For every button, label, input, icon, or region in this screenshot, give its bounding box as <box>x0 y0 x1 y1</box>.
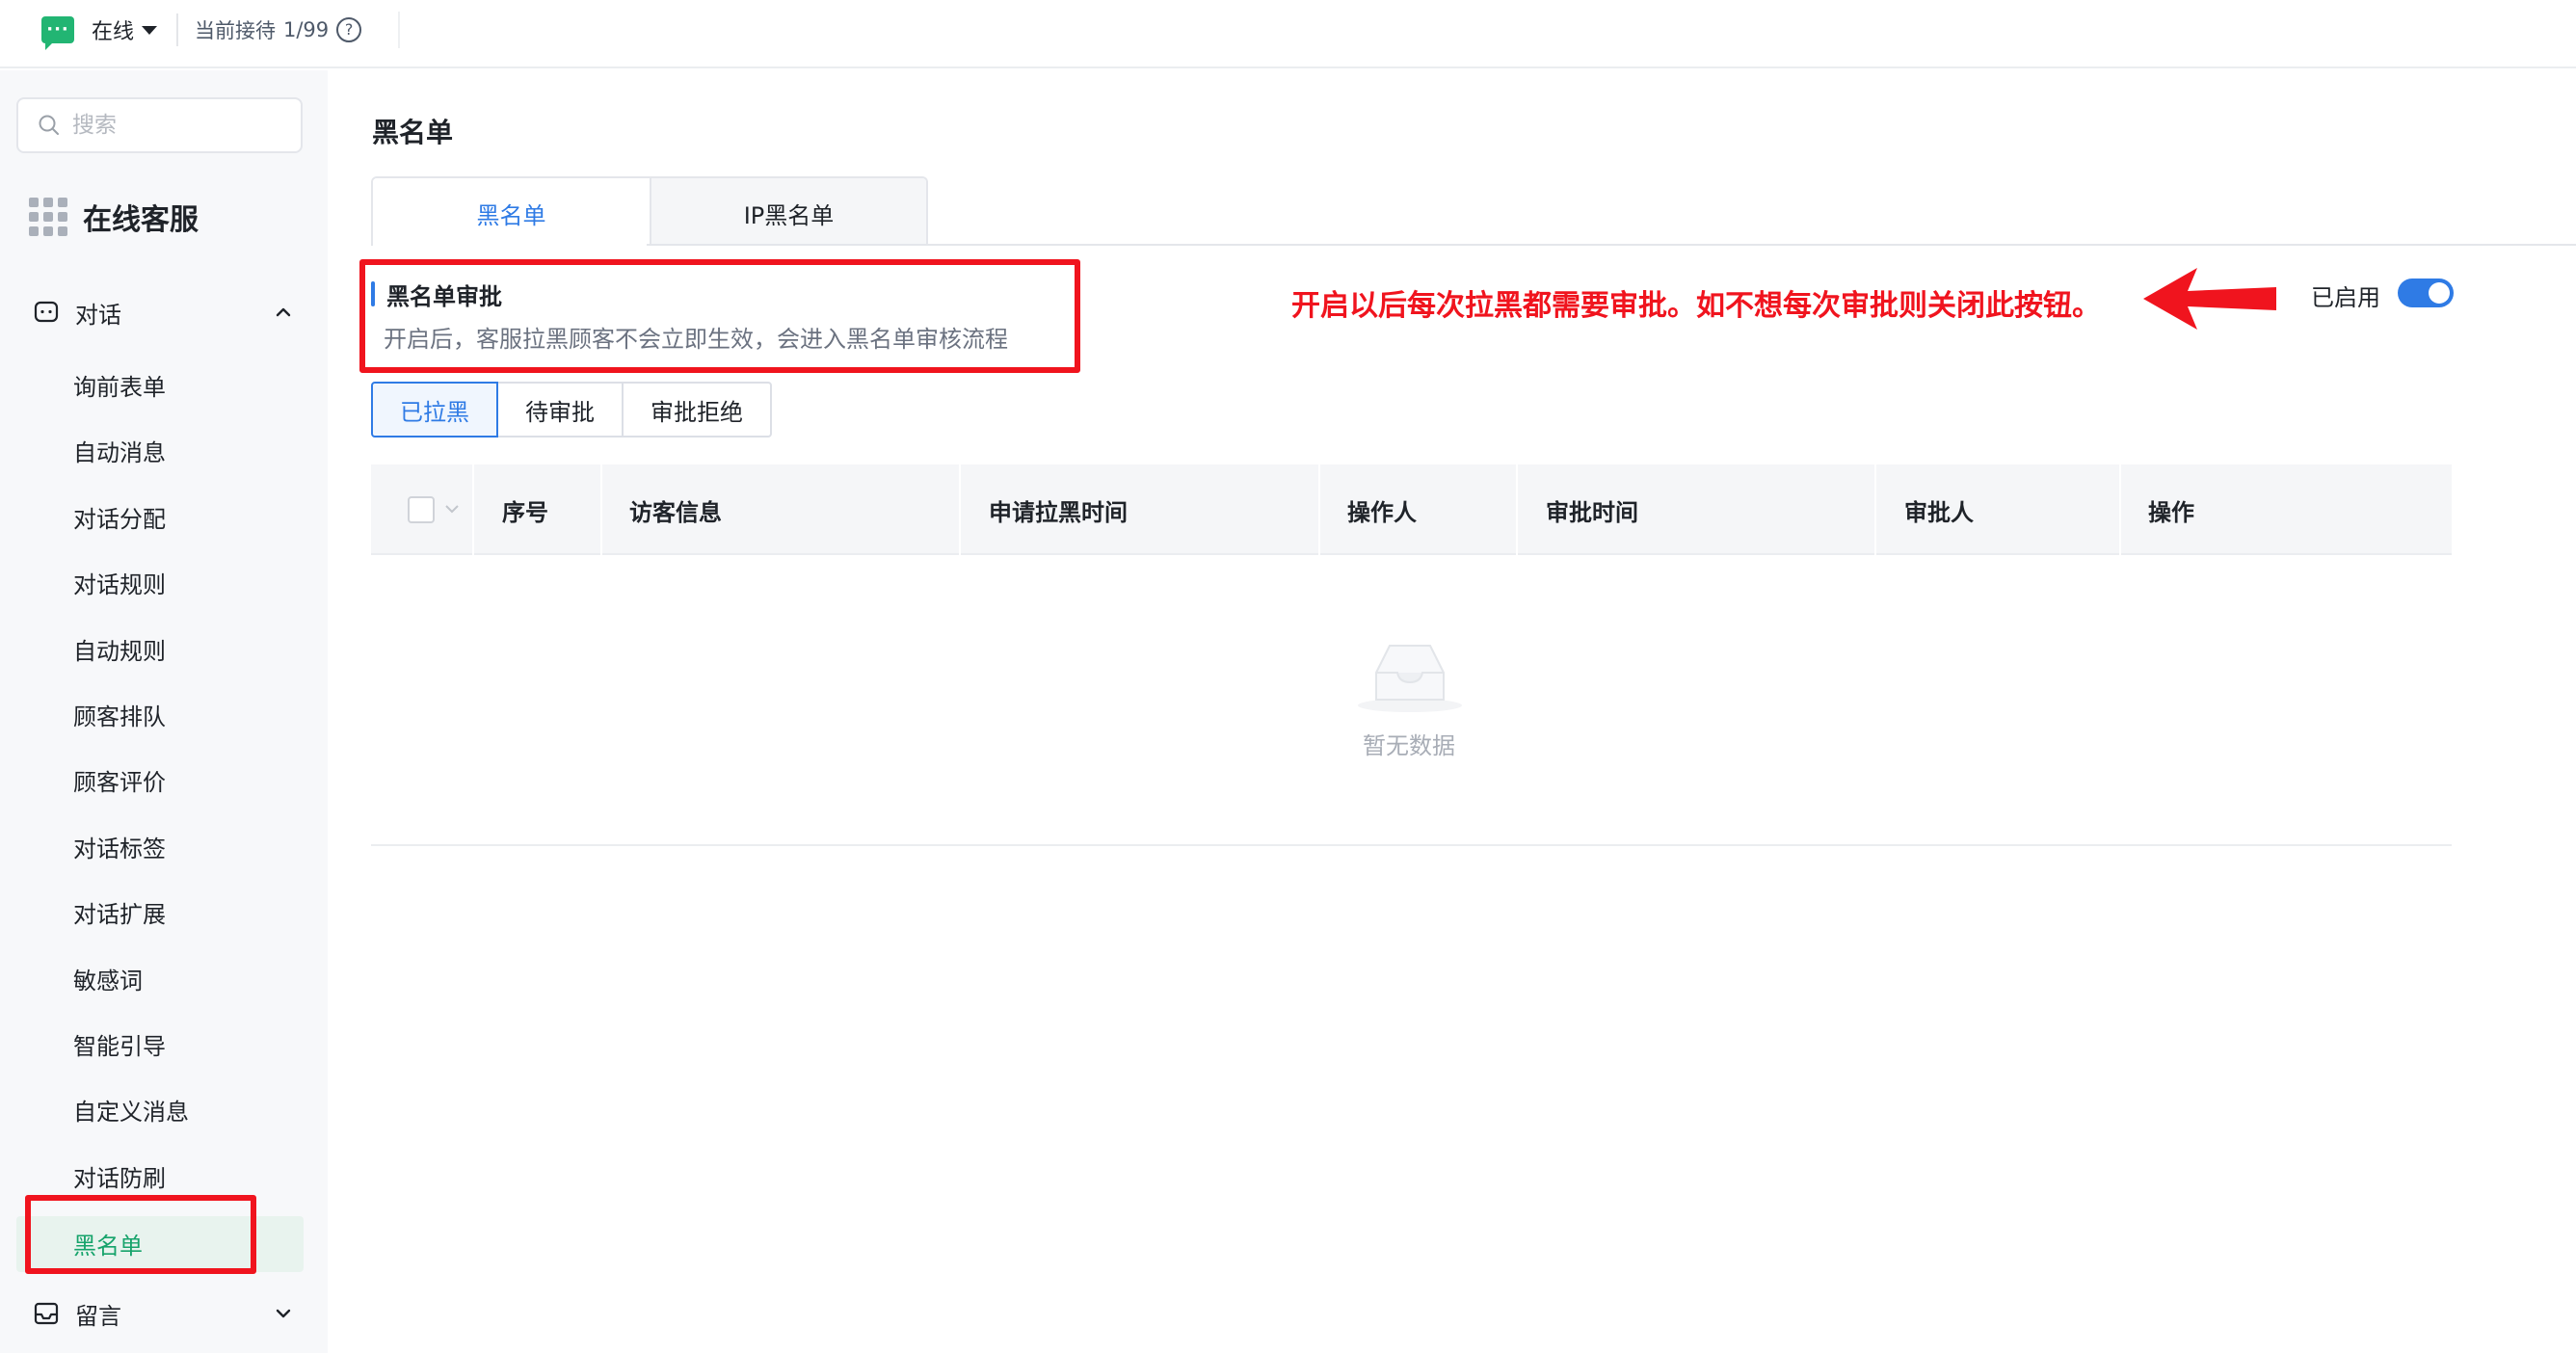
topbar-divider-right <box>398 12 400 48</box>
chevron-down-icon <box>276 1309 291 1318</box>
column-header-actions: 操作 <box>2148 498 2194 526</box>
sidebar-item-label: 询前表单 <box>73 373 166 401</box>
status-label: 在线 <box>92 20 135 44</box>
queue-indicator: 当前接待 1/99 ? <box>195 15 362 44</box>
queue-label: 当前接待 <box>195 19 276 42</box>
sidebar-item-customer-queue[interactable]: 顾客排队 <box>73 695 166 733</box>
column-separator <box>1516 464 1518 555</box>
status-filter-tabs: 已拉黑 待审批 审批拒绝 <box>371 382 772 438</box>
chat-bubble-icon: ··· <box>41 16 74 50</box>
sidebar-item-label: 智能引导 <box>73 1032 166 1060</box>
empty-inbox-icon <box>1358 645 1462 712</box>
sidebar-item-dialog-rules[interactable]: 对话规则 <box>73 563 166 601</box>
column-header-index: 序号 <box>502 498 548 526</box>
column-header-request-time: 申请拉黑时间 <box>989 498 1128 526</box>
column-header-approval-time: 审批时间 <box>1546 498 1638 526</box>
sidebar-item-label: 自动消息 <box>73 438 166 466</box>
sidebar-item-label: 对话防刷 <box>73 1164 166 1192</box>
select-all-checkbox[interactable] <box>408 496 435 523</box>
sidebar-item-auto-rules[interactable]: 自动规则 <box>73 629 166 668</box>
sidebar: 在线客服 对话 询前表单 自动消息 对话分配 对话规则 自动规则 顾客排队 顾客… <box>0 70 328 1353</box>
column-separator <box>472 464 474 555</box>
subtab-pending[interactable]: 待审批 <box>496 382 624 438</box>
sidebar-item-anti-spam[interactable]: 对话防刷 <box>73 1156 166 1195</box>
sidebar-item-customer-rating[interactable]: 顾客评价 <box>73 760 166 799</box>
sidebar-item-sensitive-words[interactable]: 敏感词 <box>73 959 143 997</box>
status-dropdown[interactable]: 在线 <box>92 15 158 44</box>
app-title-text: 在线客服 <box>83 203 199 237</box>
column-header-approver: 审批人 <box>1904 498 1974 526</box>
sidebar-item-auto-message[interactable]: 自动消息 <box>73 431 166 469</box>
annotation-text: 开启以后每次拉黑都需要审批。如不想每次审批则关闭此按钮。 <box>1291 289 2101 323</box>
section-annotation-box <box>359 259 1080 373</box>
caret-down-icon <box>142 25 158 35</box>
apps-grid-icon[interactable] <box>29 198 67 236</box>
sidebar-item-dialog-tags[interactable]: 对话标签 <box>73 827 166 865</box>
sidebar-group-label: 对话 <box>75 301 121 329</box>
column-separator <box>959 464 961 555</box>
dialog-icon <box>34 301 59 323</box>
sidebar-item-label: 敏感词 <box>73 967 143 995</box>
red-arrow-icon <box>2143 268 2276 330</box>
sidebar-item-label: 对话规则 <box>73 570 166 598</box>
inbox-icon <box>34 1302 59 1325</box>
chevron-up-icon <box>276 307 291 317</box>
empty-state-text: 暂无数据 <box>1363 732 1455 759</box>
app-title: 在线客服 <box>29 194 199 240</box>
sidebar-item-label: 自动规则 <box>73 637 166 665</box>
approval-toggle[interactable] <box>2398 279 2454 307</box>
sidebar-group-dialog[interactable]: 对话 <box>33 291 303 333</box>
sidebar-item-custom-message[interactable]: 自定义消息 <box>73 1090 189 1128</box>
table-bottom-border <box>371 844 2452 846</box>
subtab-rejected[interactable]: 审批拒绝 <box>622 382 772 438</box>
sidebar-group-message[interactable]: 留言 <box>33 1292 303 1335</box>
help-icon[interactable]: ? <box>336 17 362 42</box>
sidebar-item-label: 对话标签 <box>73 835 166 862</box>
topbar-divider <box>176 13 178 46</box>
sidebar-item-pre-chat-form[interactable]: 询前表单 <box>73 365 166 404</box>
column-separator <box>600 464 602 555</box>
toggle-knob <box>2429 282 2450 304</box>
sidebar-item-label: 对话扩展 <box>73 900 166 928</box>
sidebar-item-label: 顾客排队 <box>73 703 166 730</box>
blacklist-annotation-box <box>25 1195 256 1274</box>
column-header-operator: 操作人 <box>1347 498 1417 526</box>
chevron-down-icon[interactable] <box>444 503 460 517</box>
sidebar-group-label: 留言 <box>75 1302 121 1330</box>
column-separator <box>1318 464 1320 555</box>
page-title: 黑名单 <box>372 117 454 148</box>
column-separator <box>2119 464 2121 555</box>
tab-blacklist[interactable]: 黑名单 <box>373 178 650 246</box>
search-input[interactable] <box>72 113 284 138</box>
column-separator <box>1874 464 1876 555</box>
table-header: 序号 访客信息 申请拉黑时间 操作人 审批时间 审批人 操作 <box>371 464 2452 555</box>
subtab-blocked[interactable]: 已拉黑 <box>371 382 498 438</box>
sidebar-item-dialog-extension[interactable]: 对话扩展 <box>73 892 166 931</box>
sidebar-item-smart-guide[interactable]: 智能引导 <box>73 1024 166 1063</box>
toggle-label: 已启用 <box>2311 284 2380 311</box>
tab-bar: 黑名单 IP黑名单 <box>371 176 928 246</box>
sidebar-item-dialog-assignment[interactable]: 对话分配 <box>73 497 166 536</box>
sidebar-item-label: 对话分配 <box>73 505 166 533</box>
search-icon <box>39 115 59 135</box>
sidebar-item-label: 顾客评价 <box>73 768 166 796</box>
search-box <box>16 97 303 153</box>
tab-divider-line <box>647 244 2576 246</box>
top-bar: ··· 在线 当前接待 1/99 ? <box>0 0 2576 68</box>
column-header-visitor-info: 访客信息 <box>629 498 722 526</box>
sidebar-item-label: 自定义消息 <box>73 1098 189 1126</box>
queue-value: 1/99 <box>283 18 330 41</box>
tab-ip-blacklist[interactable]: IP黑名单 <box>650 178 926 246</box>
